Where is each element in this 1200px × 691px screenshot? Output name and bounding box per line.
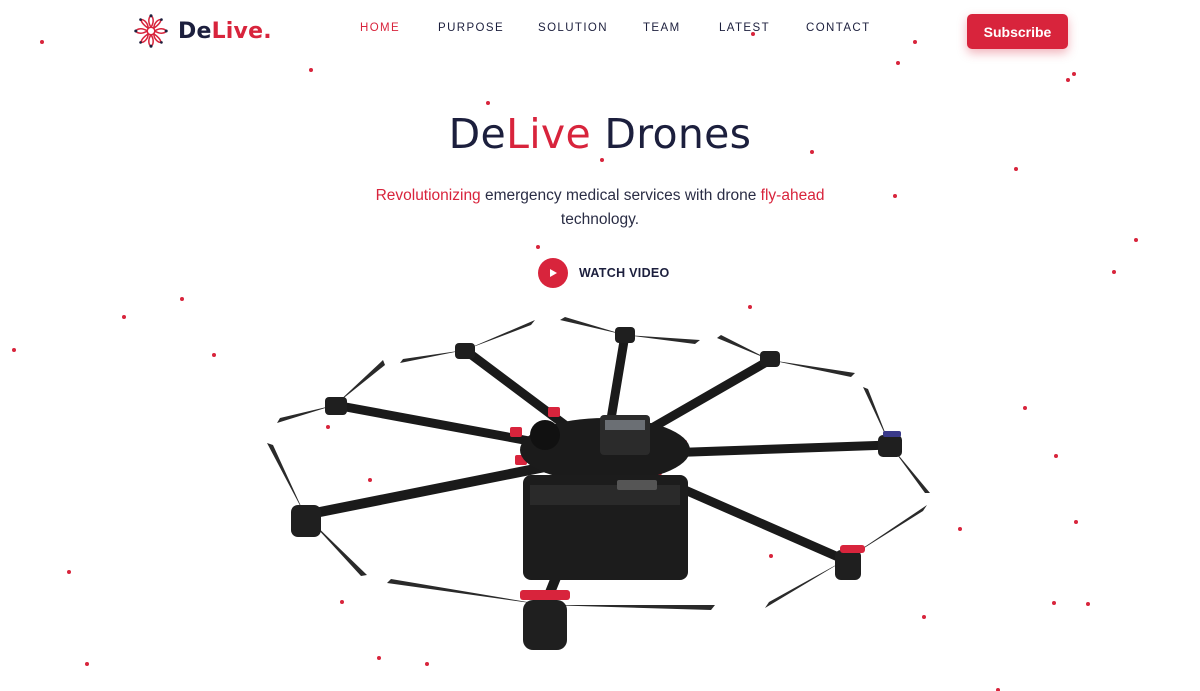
particle-dot — [536, 245, 540, 249]
hero-subtitle-text: technology. — [560, 211, 640, 228]
particle-dot — [958, 527, 962, 531]
watch-video-button[interactable]: WATCH VIDEO — [538, 258, 670, 288]
particle-dot — [122, 315, 126, 319]
particle-dot — [1074, 520, 1078, 524]
hero-title-part1: De — [448, 110, 507, 158]
landing-page: DeLive. HOME PURPOSE SOLUTION TEAM LATES… — [0, 0, 1200, 691]
hero-subtitle: Revolutionizing emergency medical servic… — [350, 184, 850, 232]
play-button[interactable] — [538, 258, 568, 288]
hero-title-accent: Live — [506, 110, 591, 158]
nav-item-contact[interactable]: CONTACT — [806, 22, 871, 34]
play-icon — [550, 269, 557, 277]
particle-dot — [1072, 72, 1076, 76]
particle-dot — [12, 348, 16, 352]
hero-title-part2: Drones — [591, 110, 752, 158]
hero-title: DeLive Drones — [0, 110, 1200, 158]
particle-dot — [486, 101, 490, 105]
hero-subtitle-highlight: Revolutionizing — [375, 187, 481, 204]
hero-subtitle-highlight: fly-ahead — [760, 187, 825, 204]
watch-video-label: WATCH VIDEO — [579, 266, 670, 280]
particle-dot — [600, 158, 604, 162]
particle-dot — [1066, 78, 1070, 82]
particle-dot — [1023, 406, 1027, 410]
nav-item-team[interactable]: TEAM — [643, 22, 681, 34]
nav-item-home[interactable]: HOME — [360, 22, 400, 34]
drone-image — [267, 317, 930, 650]
particle-dot — [67, 570, 71, 574]
particle-dot — [85, 662, 89, 666]
particle-dot — [1134, 238, 1138, 242]
particle-dot — [1086, 602, 1090, 606]
particle-dot — [893, 194, 897, 198]
hero-subtitle-text: emergency medical services with drone — [480, 187, 761, 204]
nav-item-solution[interactable]: SOLUTION — [538, 22, 608, 34]
particle-dot — [212, 353, 216, 357]
nav-item-latest[interactable]: LATEST — [719, 22, 770, 34]
particle-dot — [1054, 454, 1058, 458]
particle-dot — [309, 68, 313, 72]
site-header: DeLive. HOME PURPOSE SOLUTION TEAM LATES… — [0, 0, 1200, 62]
subscribe-button[interactable]: Subscribe — [967, 14, 1068, 49]
particle-dot — [180, 297, 184, 301]
particle-dot — [1014, 167, 1018, 171]
nav-item-purpose[interactable]: PURPOSE — [438, 22, 504, 34]
particle-dot — [1052, 601, 1056, 605]
particle-dot — [1112, 270, 1116, 274]
